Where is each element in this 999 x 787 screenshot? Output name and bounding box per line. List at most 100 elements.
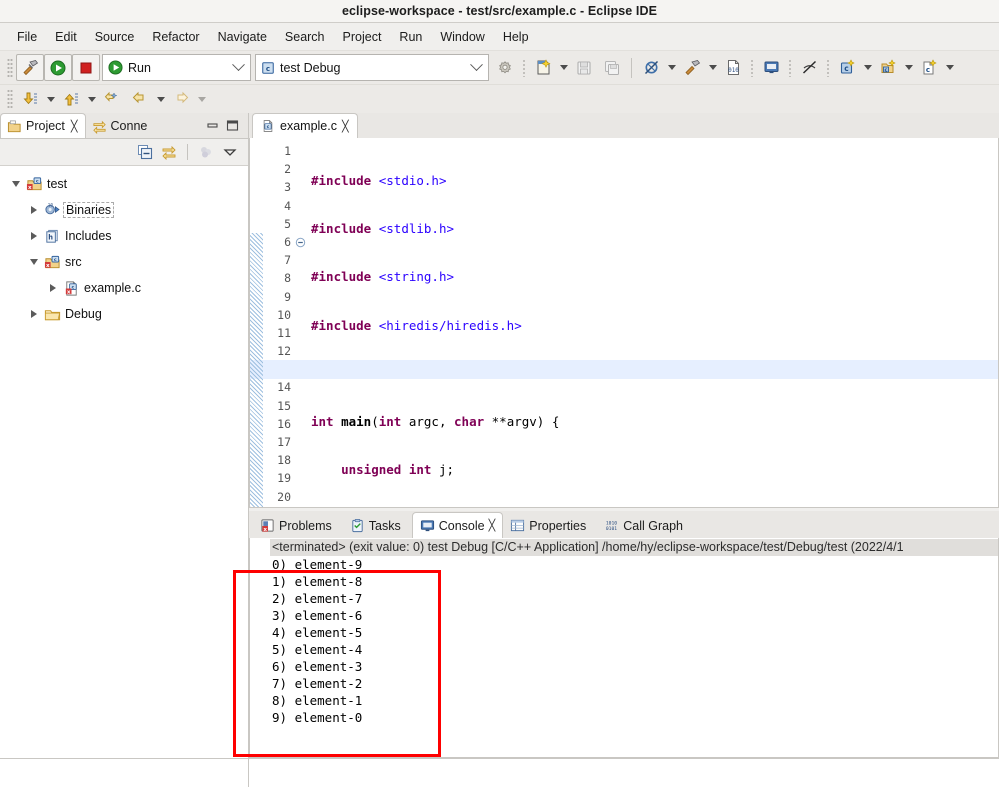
folding-ruler[interactable] bbox=[294, 138, 307, 507]
editor-marker-bar[interactable] bbox=[250, 138, 263, 507]
bottom-strip bbox=[249, 758, 999, 787]
project-view-toolbar bbox=[0, 138, 248, 166]
close-icon[interactable]: ╳ bbox=[342, 120, 349, 133]
menu-project[interactable]: Project bbox=[334, 27, 391, 47]
maximize-icon[interactable] bbox=[222, 116, 242, 134]
menu-edit[interactable]: Edit bbox=[46, 27, 86, 47]
previous-annotation-button[interactable] bbox=[57, 86, 85, 113]
minimize-icon[interactable] bbox=[202, 116, 222, 134]
code-editor[interactable]: 1 2 3 4 5 6 7 8 9 10 11 12 13 14 bbox=[249, 138, 999, 508]
tab-project-explorer[interactable]: Project ╳ bbox=[0, 113, 86, 138]
menu-refactor[interactable]: Refactor bbox=[143, 27, 208, 47]
menu-window[interactable]: Window bbox=[431, 27, 493, 47]
new-c-folder-button[interactable]: c bbox=[874, 54, 902, 81]
next-annotation-dropdown[interactable] bbox=[44, 87, 57, 112]
close-icon[interactable]: ╳ bbox=[71, 120, 78, 133]
skip-breakpoints-button[interactable] bbox=[637, 54, 665, 81]
stop-button[interactable] bbox=[72, 54, 100, 81]
svg-text:c: c bbox=[884, 67, 887, 73]
save-button[interactable] bbox=[570, 54, 598, 81]
forward-button[interactable] bbox=[167, 86, 195, 113]
tree-item-includes[interactable]: h Includes bbox=[0, 223, 248, 249]
console-tab-label: Console bbox=[438, 518, 485, 533]
code-line: #include <stdlib.h> bbox=[311, 221, 455, 237]
last-edit-location-button[interactable] bbox=[98, 86, 126, 113]
binary-file-button[interactable]: 010 bbox=[719, 54, 747, 81]
next-annotation-button[interactable] bbox=[16, 86, 44, 113]
new-c-folder-dropdown[interactable] bbox=[902, 55, 915, 80]
menu-search[interactable]: Search bbox=[276, 27, 334, 47]
fold-collapse-icon[interactable] bbox=[294, 233, 307, 251]
new-c-source-dropdown[interactable] bbox=[943, 55, 956, 80]
tab-tasks[interactable]: Tasks bbox=[343, 513, 412, 538]
tree-item-test[interactable]: c x test bbox=[0, 171, 248, 197]
build-button[interactable] bbox=[16, 54, 44, 81]
view-menu-button[interactable] bbox=[218, 141, 242, 163]
new-file-button[interactable] bbox=[529, 54, 557, 81]
new-c-source-button[interactable]: c bbox=[915, 54, 943, 81]
toolbar-grip[interactable] bbox=[7, 57, 13, 78]
line-number: 14 bbox=[277, 380, 291, 395]
previous-annotation-dropdown[interactable] bbox=[85, 87, 98, 112]
open-console-button[interactable] bbox=[757, 54, 785, 81]
launch-mode-combo[interactable]: Run bbox=[102, 54, 251, 81]
tree-item-binaries[interactable]: 10 Binaries bbox=[0, 197, 248, 223]
line-number: 4 bbox=[284, 198, 291, 213]
skip-breakpoints-dropdown[interactable] bbox=[665, 55, 678, 80]
menu-file[interactable]: File bbox=[8, 27, 46, 47]
twisty-expanded-icon[interactable] bbox=[8, 176, 24, 192]
back-dropdown[interactable] bbox=[154, 87, 167, 112]
tab-call-graph[interactable]: 1010 0101 Call Graph bbox=[597, 513, 694, 538]
menu-help[interactable]: Help bbox=[494, 27, 538, 47]
twisty-expanded-icon[interactable] bbox=[26, 254, 42, 270]
console-view[interactable]: <terminated> (exit value: 0) test Debug … bbox=[249, 538, 999, 758]
tab-problems[interactable]: x Problems bbox=[253, 513, 343, 538]
new-c-project-dropdown[interactable] bbox=[861, 55, 874, 80]
toolbar-grip[interactable] bbox=[523, 58, 525, 77]
hide-button[interactable] bbox=[795, 54, 823, 81]
tree-item-example-c[interactable]: c x example.c bbox=[0, 275, 248, 301]
line-number: 9 bbox=[284, 289, 291, 304]
menu-source[interactable]: Source bbox=[86, 27, 144, 47]
console-line: 5) element-4 bbox=[272, 642, 363, 657]
toolbar-grip[interactable] bbox=[827, 58, 829, 77]
filter-button[interactable] bbox=[194, 141, 218, 163]
build-dropdown[interactable] bbox=[706, 55, 719, 80]
close-icon[interactable]: ╳ bbox=[489, 519, 496, 532]
chevron-down-icon[interactable] bbox=[466, 58, 486, 72]
filter-icon bbox=[198, 144, 214, 160]
back-button[interactable] bbox=[126, 86, 154, 113]
console-output[interactable]: <terminated> (exit value: 0) test Debug … bbox=[270, 538, 998, 757]
tab-connections[interactable]: Conne bbox=[86, 114, 159, 138]
twisty-collapsed-icon[interactable] bbox=[26, 202, 42, 218]
tree-item-src[interactable]: c x src bbox=[0, 249, 248, 275]
new-file-dropdown[interactable] bbox=[557, 55, 570, 80]
chevron-down-icon[interactable] bbox=[228, 58, 248, 72]
launch-config-combo[interactable]: c test Debug bbox=[255, 54, 489, 81]
tab-properties[interactable]: Properties bbox=[503, 513, 597, 538]
toolbar-grip[interactable] bbox=[751, 58, 753, 77]
tree-item-debug[interactable]: Debug bbox=[0, 301, 248, 327]
collapse-all-button[interactable] bbox=[133, 141, 157, 163]
toolbar-grip[interactable] bbox=[789, 58, 791, 77]
save-all-button[interactable] bbox=[598, 54, 626, 81]
changed-lines-marker bbox=[250, 233, 263, 507]
line-number-ruler: 1 2 3 4 5 6 7 8 9 10 11 12 13 14 bbox=[263, 138, 294, 507]
twisty-collapsed-icon[interactable] bbox=[26, 228, 42, 244]
build-toolbar-button[interactable] bbox=[678, 54, 706, 81]
tab-console[interactable]: Console ╳ bbox=[411, 512, 504, 538]
twisty-collapsed-icon[interactable] bbox=[45, 280, 61, 296]
new-c-project-button[interactable]: c bbox=[833, 54, 861, 81]
code-text[interactable]: #include <stdio.h> #include <stdlib.h> #… bbox=[307, 138, 998, 507]
project-tree[interactable]: c x test 10 Binaries h Includes c x src … bbox=[0, 166, 248, 758]
menu-run[interactable]: Run bbox=[390, 27, 431, 47]
twisty-collapsed-icon[interactable] bbox=[26, 306, 42, 322]
tab-example-c[interactable]: c example.c ╳ bbox=[252, 113, 358, 138]
launch-settings-button[interactable] bbox=[491, 54, 519, 81]
toolbar-grip[interactable] bbox=[7, 89, 13, 109]
project-view-tabs: Project ╳ Conne bbox=[0, 113, 248, 138]
link-with-editor-button[interactable] bbox=[157, 141, 181, 163]
run-button[interactable] bbox=[44, 54, 72, 81]
forward-dropdown[interactable] bbox=[195, 87, 208, 112]
menu-navigate[interactable]: Navigate bbox=[209, 27, 276, 47]
